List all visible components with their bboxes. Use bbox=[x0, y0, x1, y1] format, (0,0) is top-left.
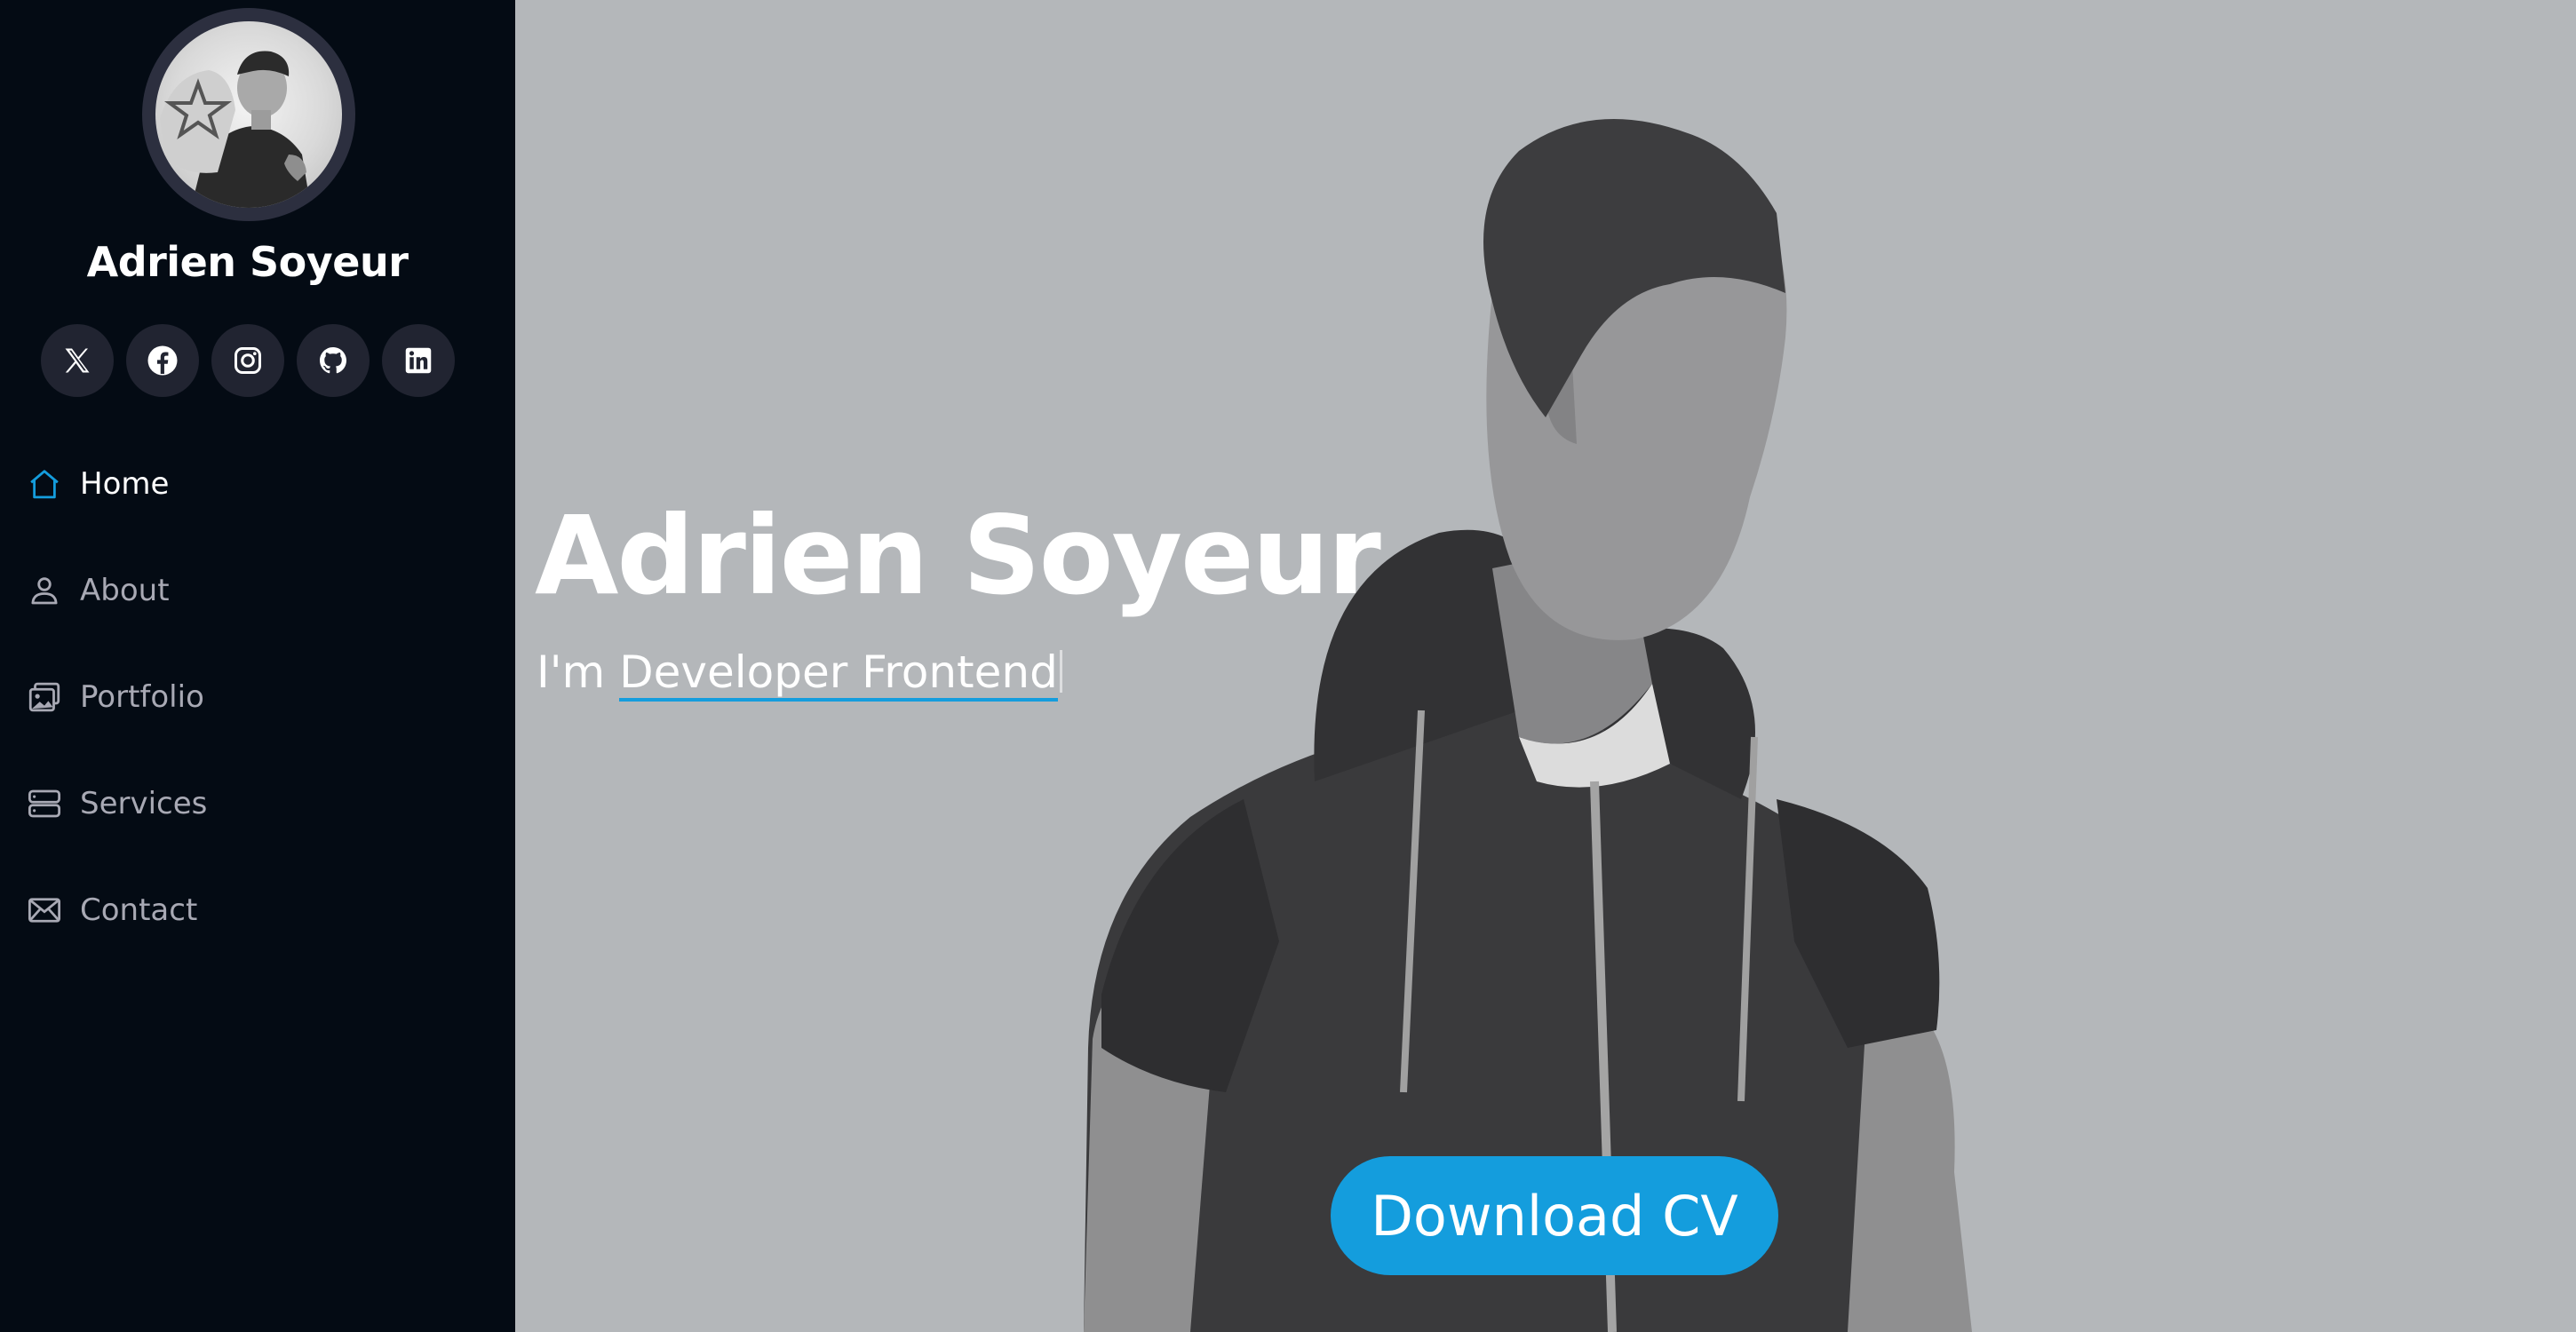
typed-cursor bbox=[1059, 650, 1062, 693]
facebook-icon bbox=[147, 345, 178, 376]
nav-item-contact[interactable]: Contact bbox=[25, 879, 487, 941]
sidebar: Adrien Soyeur Home About Portfolio Servi… bbox=[0, 0, 515, 1332]
nav-label-contact: Contact bbox=[80, 892, 198, 928]
nav-item-portfolio[interactable]: Portfolio bbox=[25, 666, 487, 728]
nav-label-services: Services bbox=[80, 786, 208, 821]
linkedin-icon bbox=[405, 347, 432, 374]
typed-text: Developer Frontend bbox=[619, 650, 1058, 702]
nav-item-about[interactable]: About bbox=[25, 559, 487, 622]
hero-subtitle-prefix: I'm bbox=[537, 646, 606, 698]
x-icon bbox=[65, 348, 90, 373]
nav-item-services[interactable]: Services bbox=[25, 773, 487, 835]
nav-label-portfolio: Portfolio bbox=[80, 679, 204, 715]
hero-subtitle: I'm Developer Frontend bbox=[537, 650, 1062, 702]
facebook-link[interactable] bbox=[126, 324, 199, 397]
nav-label-home: Home bbox=[80, 466, 170, 502]
download-cv-button[interactable]: Download CV bbox=[1331, 1156, 1778, 1275]
x-link[interactable] bbox=[41, 324, 114, 397]
instagram-link[interactable] bbox=[211, 324, 284, 397]
page: Adrien Soyeur Home About Portfolio Servi… bbox=[0, 0, 2576, 1332]
instagram-icon bbox=[235, 347, 261, 374]
server-icon bbox=[25, 784, 64, 823]
home-icon bbox=[25, 464, 64, 503]
envelope-icon bbox=[25, 891, 64, 930]
avatar bbox=[142, 8, 355, 221]
person-icon bbox=[25, 571, 64, 610]
github-icon bbox=[320, 347, 346, 374]
nav-label-about: About bbox=[80, 573, 170, 608]
images-icon bbox=[25, 678, 64, 717]
hero-title: Adrien Soyeur bbox=[535, 493, 1381, 619]
profile-photo bbox=[155, 21, 342, 208]
linkedin-link[interactable] bbox=[382, 324, 455, 397]
profile-name: Adrien Soyeur bbox=[86, 238, 409, 286]
github-link[interactable] bbox=[297, 324, 370, 397]
nav-item-home[interactable]: Home bbox=[25, 453, 487, 515]
